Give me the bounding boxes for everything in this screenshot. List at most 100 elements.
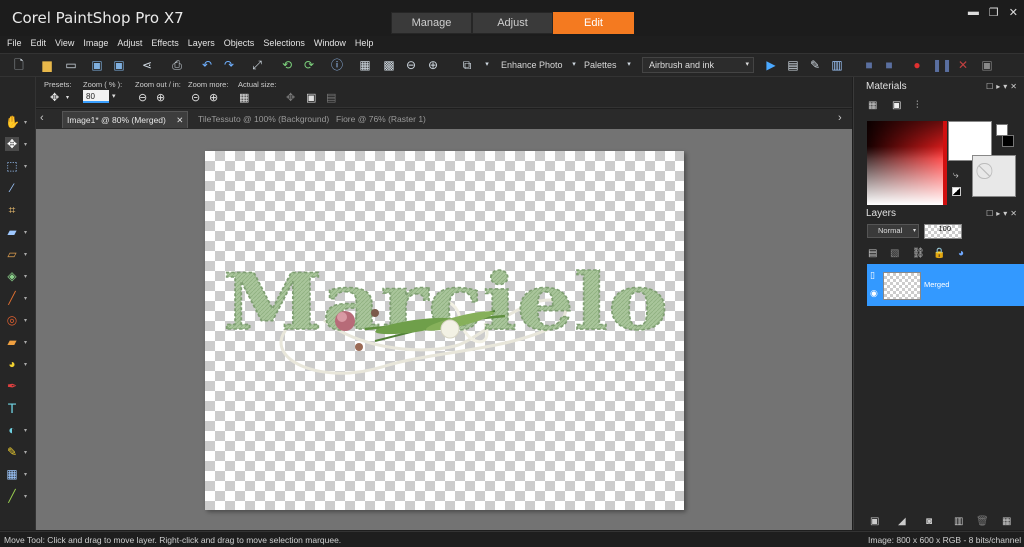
eraser-tool-icon[interactable]: ▰ bbox=[5, 335, 19, 349]
chevron-down-icon[interactable]: ▾ bbox=[24, 163, 27, 170]
new-layer-icon[interactable]: ▤ bbox=[868, 248, 877, 259]
script-output-icon[interactable]: ▥ bbox=[830, 58, 844, 72]
background-swatch[interactable] bbox=[972, 155, 1016, 197]
cancel-icon[interactable]: ✕ bbox=[956, 58, 970, 72]
fit-window-icon[interactable]: ▦ bbox=[358, 58, 372, 72]
group-icon[interactable]: ▥ bbox=[954, 516, 963, 527]
new-raster-layer-icon[interactable]: ▣ bbox=[870, 516, 879, 527]
fit-image-icon[interactable]: ▩ bbox=[382, 58, 396, 72]
clone-tool-icon[interactable]: ◎ bbox=[5, 313, 19, 327]
chevron-down-icon[interactable]: ▾ bbox=[24, 427, 27, 434]
hue-slider[interactable] bbox=[943, 121, 947, 205]
sliders-icon[interactable]: ⫶ bbox=[916, 100, 919, 111]
paint-brush-tool-icon[interactable]: ╱ bbox=[5, 291, 19, 305]
play-icon[interactable]: ▶ bbox=[764, 58, 778, 72]
eye-icon[interactable]: ◉ bbox=[870, 288, 878, 299]
menu-window[interactable]: Window bbox=[314, 36, 346, 52]
zoom-in-icon[interactable]: ⊕ bbox=[156, 91, 165, 104]
print-icon[interactable]: ⎙ bbox=[170, 58, 184, 72]
undo-icon[interactable]: ↶ bbox=[200, 58, 214, 72]
edit-script-icon[interactable]: ✎ bbox=[808, 58, 822, 72]
straighten-tool-icon[interactable]: ▰ bbox=[5, 225, 19, 239]
chevron-down-icon[interactable]: ▾ bbox=[24, 471, 27, 478]
rotate-right-icon[interactable]: ⟳ bbox=[302, 58, 316, 72]
layer-row-merged[interactable]: ▯ ◉ Merged bbox=[867, 264, 1024, 306]
menu-layers[interactable]: Layers bbox=[188, 36, 215, 52]
adjustment-layer-icon[interactable]: ◢ bbox=[898, 516, 906, 527]
chevron-down-icon[interactable]: ▾ bbox=[66, 94, 69, 101]
stop-square-icon[interactable]: ■ bbox=[882, 58, 896, 72]
fill-tool-icon[interactable]: ◕ bbox=[5, 357, 19, 371]
reset-colors-icon[interactable] bbox=[952, 187, 961, 196]
doc-tab-image1[interactable]: Image1* @ 80% (Merged) ✕ bbox=[62, 111, 189, 128]
close-icon[interactable]: ✕ bbox=[176, 115, 183, 125]
chevron-down-icon[interactable]: ▾ bbox=[24, 317, 27, 324]
save-as-icon[interactable]: ▣ bbox=[112, 58, 126, 72]
chevron-left-icon[interactable]: ‹ bbox=[40, 112, 44, 124]
warp-tool-icon[interactable]: ▦ bbox=[5, 467, 19, 481]
menu-adjust[interactable]: Adjust bbox=[117, 36, 142, 52]
new-file-icon[interactable]: 🗋 bbox=[12, 58, 26, 72]
scanner-icon[interactable]: ▭ bbox=[64, 58, 78, 72]
dropper-tool-icon[interactable]: ⁄ bbox=[5, 181, 19, 195]
chevron-down-icon[interactable]: ▾ bbox=[567, 58, 581, 72]
menu-selections[interactable]: Selections bbox=[263, 36, 305, 52]
red-eye-tool-icon[interactable]: ◈ bbox=[5, 269, 19, 283]
lock-icon[interactable]: 🔒 bbox=[933, 248, 945, 259]
chevron-down-icon[interactable]: ▾ bbox=[24, 449, 27, 456]
menu-file[interactable]: File bbox=[7, 36, 22, 52]
text-tool-icon[interactable]: T bbox=[5, 401, 19, 415]
picture-tube-tool-icon[interactable]: ╱ bbox=[5, 489, 19, 503]
menu-effects[interactable]: Effects bbox=[151, 36, 178, 52]
doc-tab-tiletessuto[interactable]: TileTessuto @ 100% (Background) bbox=[194, 111, 333, 128]
info-icon[interactable]: ⓘ bbox=[330, 58, 344, 72]
tab-manage[interactable]: Manage bbox=[391, 12, 472, 34]
layer-mask-icon[interactable]: ◙ bbox=[926, 516, 932, 527]
move-tool-icon[interactable]: ✥ bbox=[5, 137, 19, 151]
selection-tool-icon[interactable]: ⬚ bbox=[5, 159, 19, 173]
record-icon[interactable]: ● bbox=[910, 58, 924, 72]
distribute-icon[interactable]: ▤ bbox=[326, 91, 336, 104]
chevron-down-icon[interactable]: ▾ bbox=[24, 295, 27, 302]
pause-icon[interactable]: ❚❚ bbox=[932, 58, 952, 72]
menu-image[interactable]: Image bbox=[83, 36, 108, 52]
blend-mode-dropdown[interactable]: Normal ▾ bbox=[867, 224, 919, 238]
zoom-out-icon[interactable]: ⊖ bbox=[404, 58, 418, 72]
visibility-icon[interactable]: ◕ bbox=[958, 248, 964, 259]
chevron-right-icon[interactable]: › bbox=[838, 112, 842, 124]
workspace-dropdown[interactable]: Airbrush and ink ▾ bbox=[642, 57, 754, 73]
menu-objects[interactable]: Objects bbox=[224, 36, 255, 52]
link-icon[interactable]: ⛓ bbox=[912, 248, 925, 259]
stop-icon[interactable]: ■ bbox=[862, 58, 876, 72]
shape-tool-icon[interactable]: ◐ bbox=[5, 423, 19, 437]
delete-layer-icon[interactable]: 🗑 bbox=[976, 516, 989, 527]
menu-help[interactable]: Help bbox=[355, 36, 374, 52]
share-icon[interactable]: ⋖ bbox=[140, 58, 154, 72]
zoom-in-icon[interactable]: ⊕ bbox=[426, 58, 440, 72]
chevron-down-icon[interactable]: ▾ bbox=[24, 229, 27, 236]
chevron-down-icon[interactable]: ▾ bbox=[24, 119, 27, 126]
makeover-tool-icon[interactable]: ▱ bbox=[5, 247, 19, 261]
minimize-icon[interactable]: ▬ bbox=[968, 6, 979, 19]
tab-adjust[interactable]: Adjust bbox=[472, 12, 553, 34]
move-preset-icon[interactable]: ✥ bbox=[50, 91, 59, 104]
chevron-down-icon[interactable]: ▾ bbox=[24, 339, 27, 346]
align-icon[interactable]: ▣ bbox=[306, 91, 316, 104]
chevron-down-icon[interactable]: ▾ bbox=[24, 141, 27, 148]
zoom-stepper-icon[interactable]: ▾ bbox=[112, 92, 116, 100]
zoom-more-in-icon[interactable]: ⊕ bbox=[209, 91, 218, 104]
small-bg-swatch[interactable] bbox=[1002, 135, 1014, 147]
resize-icon[interactable]: ⤢ bbox=[250, 58, 264, 72]
menu-view[interactable]: View bbox=[55, 36, 74, 52]
opacity-field[interactable]: 100 bbox=[924, 224, 962, 239]
mask-icon[interactable]: ▧ bbox=[890, 248, 899, 259]
close-icon[interactable]: ✕ bbox=[1009, 6, 1018, 19]
zoom-input[interactable]: 80 bbox=[83, 90, 109, 103]
swatches-icon[interactable]: ▦ bbox=[868, 100, 877, 111]
frame-icon[interactable]: ▣ bbox=[892, 100, 901, 111]
zoom-out-icon[interactable]: ⊖ bbox=[138, 91, 147, 104]
restore-icon[interactable]: ❐ bbox=[989, 6, 999, 19]
chevron-down-icon[interactable]: ▾ bbox=[24, 273, 27, 280]
color-changer-tool-icon[interactable]: ✒ bbox=[5, 379, 19, 393]
pen-tool-icon[interactable]: ✎ bbox=[5, 445, 19, 459]
